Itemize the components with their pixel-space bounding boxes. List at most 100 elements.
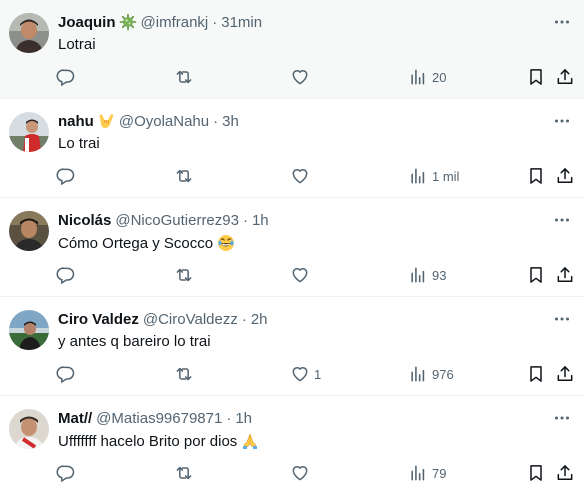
retweet-button[interactable] [174,462,194,484]
handle[interactable]: @NicoGutierrez93 [115,212,239,229]
separator-dot: · [226,409,232,427]
views-chart-icon [411,366,425,382]
tweet-text-content: Lotrai [58,36,96,53]
bookmark-icon [530,69,542,85]
timestamp[interactable]: 1h [252,212,269,229]
bookmark-icon [530,366,542,382]
tweet-header: nahu @OyolaNahu · 3h [58,111,239,131]
display-name[interactable]: Joaquin [58,14,116,31]
bookmark-button[interactable] [526,66,546,88]
bookmark-icon [530,168,542,184]
retweet-button[interactable] [174,264,194,286]
reply-icon [56,168,75,186]
handle[interactable]: @OyolaNahu [119,113,209,130]
reply-button[interactable] [56,363,76,385]
share-icon [557,168,573,183]
bookmark-button[interactable] [526,165,546,187]
more-options-icon[interactable] [552,111,572,131]
views-button[interactable]: 1 mil [408,165,459,187]
display-name[interactable]: Mat// [58,410,92,427]
share-button[interactable] [555,165,575,187]
views-button[interactable]: 976 [408,363,454,385]
retweet-icon [176,466,192,480]
tweet-text-content: y antes q bareiro lo trai [58,333,211,350]
handle[interactable]: @Matias99679871 [96,410,222,427]
share-icon [557,465,573,480]
reply-button[interactable] [56,165,76,187]
tweet-text-content: Ufffffff hacelo Brito por dios [58,432,238,450]
tweet-text: Lo trai [58,135,100,152]
views-button[interactable]: 79 [408,462,446,484]
like-button[interactable] [290,165,314,187]
reply-icon [56,69,75,87]
views-button[interactable]: 20 [408,66,446,88]
retweet-button[interactable] [174,363,194,385]
avatar[interactable] [9,112,49,152]
retweet-button[interactable] [174,165,194,187]
tweet[interactable]: nahu @OyolaNahu · 3h Lo trai 1 mil [0,99,584,198]
tweet-text: Ufffffff hacelo Brito por dios [58,432,259,450]
display-name[interactable]: Nicolás [58,212,111,229]
tweet-header: Joaquin @imfrankj · 31min [58,12,262,32]
tweet-header: Ciro Valdez @CiroValdezz · 2h [58,309,268,329]
reply-feed: Joaquin @imfrankj · 31min Lotrai 20 nahu… [0,0,584,489]
reply-icon [56,465,75,483]
like-button[interactable]: 1 [290,363,321,385]
timestamp[interactable]: 31min [221,14,262,31]
timestamp[interactable]: 3h [222,113,239,130]
reply-button[interactable] [56,462,76,484]
share-button[interactable] [555,462,575,484]
bookmark-button[interactable] [526,264,546,286]
like-button[interactable] [290,66,314,88]
tweet[interactable]: Ciro Valdez @CiroValdezz · 2h y antes q … [0,297,584,396]
tweet[interactable]: Joaquin @imfrankj · 31min Lotrai 20 [0,0,584,99]
like-button[interactable] [290,264,314,286]
tweet[interactable]: Mat// @Matias99679871 · 1h Ufffffff hace… [0,396,584,489]
tweet-header: Mat// @Matias99679871 · 1h [58,408,252,428]
heart-icon [292,466,308,481]
view-count: 1 mil [432,168,460,184]
bookmark-button[interactable] [526,462,546,484]
display-name[interactable]: Ciro Valdez [58,311,139,328]
bookmark-button[interactable] [526,363,546,385]
timestamp[interactable]: 1h [235,410,252,427]
avatar[interactable] [9,409,49,449]
timestamp[interactable]: 2h [251,311,268,328]
view-count: 79 [432,465,447,481]
tweet-text: Lotrai [58,36,96,53]
avatar[interactable] [9,211,49,251]
bookmark-icon [530,465,542,481]
more-options-icon[interactable] [552,309,572,329]
avatar[interactable] [9,13,49,53]
views-chart-icon [411,69,425,85]
reply-icon [56,267,75,285]
tweet[interactable]: Nicolás @NicoGutierrez93 · 1h Cómo Orteg… [0,198,584,297]
action-bar: 1 976 [0,363,584,385]
heart-icon [292,169,308,184]
like-button[interactable] [290,462,314,484]
share-icon [557,69,573,84]
tweet-text: y antes q bareiro lo trai [58,333,211,350]
share-button[interactable] [555,66,575,88]
separator-dot: · [242,211,248,229]
display-name[interactable]: nahu [58,113,94,130]
more-options-icon[interactable] [552,210,572,230]
share-button[interactable] [555,264,575,286]
retweet-icon [176,169,192,183]
reply-button[interactable] [56,66,76,88]
reply-button[interactable] [56,264,76,286]
virus-emoji-icon [119,13,137,31]
more-options-icon[interactable] [552,408,572,428]
reply-icon [56,366,75,384]
handle[interactable]: @imfrankj [141,14,209,31]
views-button[interactable]: 93 [408,264,446,286]
view-count: 93 [432,267,447,283]
more-options-icon[interactable] [552,12,572,32]
avatar[interactable] [9,310,49,350]
action-bar: 93 [0,264,584,286]
share-button[interactable] [555,363,575,385]
action-bar: 79 [0,462,584,484]
handle[interactable]: @CiroValdezz [143,311,238,328]
retweet-button[interactable] [174,66,194,88]
heart-icon [292,70,308,85]
